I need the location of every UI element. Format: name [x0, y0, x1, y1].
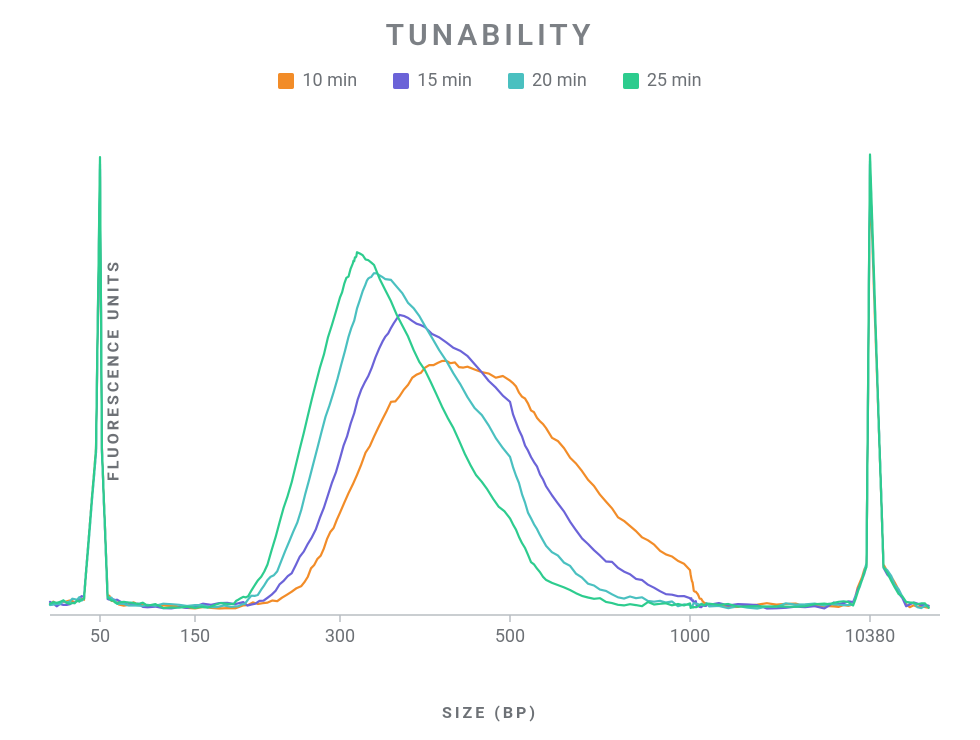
x-tick-label: 10380	[845, 626, 896, 647]
legend-item-25min: 25 min	[623, 70, 702, 91]
chart-title: TUNABILITY	[0, 18, 980, 53]
x-tick-label: 50	[90, 626, 110, 647]
series-15-min	[50, 164, 929, 608]
x-ticks: 50 150 300 500 1000 10380	[90, 615, 895, 647]
chart-container: TUNABILITY 10 min 15 min 20 min 25 min F…	[0, 0, 980, 740]
x-tick-label: 150	[180, 626, 210, 647]
x-axis-label: SIZE (BP)	[0, 703, 980, 722]
x-tick-label: 1000	[670, 626, 710, 647]
legend-label-20min: 20 min	[532, 70, 587, 91]
series-20-min	[50, 161, 929, 608]
legend: 10 min 15 min 20 min 25 min	[0, 70, 980, 91]
legend-item-10min: 10 min	[278, 70, 357, 91]
x-tick-label: 300	[325, 626, 355, 647]
series-10-min	[50, 175, 929, 609]
legend-label-15min: 15 min	[417, 70, 472, 91]
legend-swatch-10min	[278, 73, 294, 89]
legend-item-15min: 15 min	[393, 70, 472, 91]
x-tick-label: 500	[495, 626, 525, 647]
legend-swatch-20min	[508, 73, 524, 89]
series-group	[50, 155, 929, 609]
legend-swatch-25min	[623, 73, 639, 89]
legend-swatch-15min	[393, 73, 409, 89]
plot-area: 50 150 300 500 1000 10380	[40, 120, 960, 660]
legend-label-10min: 10 min	[302, 70, 357, 91]
legend-label-25min: 25 min	[647, 70, 702, 91]
legend-item-20min: 20 min	[508, 70, 587, 91]
